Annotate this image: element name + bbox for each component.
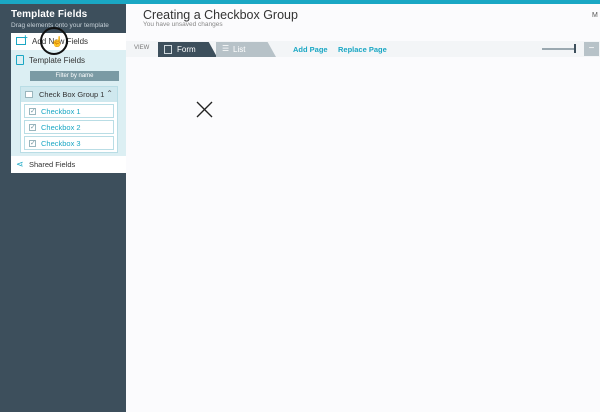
shared-fields-icon: ⋖ [16, 159, 24, 169]
plus-icon: + [23, 33, 28, 42]
checkbox-group-icon [25, 91, 33, 98]
close-icon [196, 101, 213, 118]
add-page-link[interactable]: Add Page [293, 45, 328, 54]
form-icon [164, 45, 172, 54]
filter-input[interactable]: Filter by name [30, 71, 119, 81]
zoom-out-button[interactable]: − [584, 42, 599, 56]
checkbox-label: Checkbox 1 [41, 107, 81, 116]
sidebar: Template Fields Drag elements onto your … [0, 4, 126, 412]
chevron-up-icon[interactable]: ⌃ [106, 89, 113, 98]
tab-form[interactable]: Form [158, 42, 217, 57]
list-item[interactable]: ✓ Checkbox 1 [24, 104, 114, 118]
checkbox-icon: ✓ [29, 108, 36, 115]
unsaved-status: You have unsaved changes [143, 21, 223, 28]
zoom-slider-handle[interactable] [574, 44, 576, 53]
checkbox-icon: ✓ [29, 140, 36, 147]
checkbox-group: Check Box Group 1 ⌃ ✓ Checkbox 1 ✓ Check… [20, 86, 118, 153]
checkbox-label: Checkbox 2 [41, 123, 81, 132]
checkbox-group-label: Check Box Group 1 [39, 90, 105, 99]
zoom-slider-track[interactable] [542, 48, 576, 50]
tab-form-label: Form [177, 45, 196, 54]
corner-menu[interactable]: M [592, 12, 598, 19]
sidebar-title: Template Fields [11, 9, 88, 20]
page-title: Creating a Checkbox Group [143, 8, 298, 22]
template-fields-label[interactable]: Template Fields [29, 56, 85, 65]
add-new-fields-item[interactable]: + Add New Fields [11, 33, 126, 50]
tab-list[interactable]: ☰ List [216, 42, 276, 57]
list-icon: ☰ [222, 44, 230, 53]
list-item[interactable]: ✓ Checkbox 2 [24, 120, 114, 134]
tab-list-label: List [233, 45, 246, 54]
list-item[interactable]: ✓ Checkbox 3 [24, 136, 114, 150]
checkbox-icon: ✓ [29, 124, 36, 131]
checkbox-group-header[interactable]: Check Box Group 1 ⌃ [21, 87, 117, 102]
template-fields-section: Template Fields Filter by name Check Box… [11, 50, 126, 156]
view-toolbar: VIEW Form ☰ List Add Page Replace Page − [126, 41, 600, 57]
replace-page-link[interactable]: Replace Page [338, 45, 387, 54]
hand-cursor-icon: ☝ [51, 37, 64, 48]
checkbox-label: Checkbox 3 [41, 139, 81, 148]
shared-fields-item[interactable]: ⋖ Shared Fields [11, 156, 126, 173]
template-fields-icon [16, 55, 24, 65]
shared-fields-label: Shared Fields [29, 160, 76, 169]
view-label: VIEW [134, 45, 150, 51]
